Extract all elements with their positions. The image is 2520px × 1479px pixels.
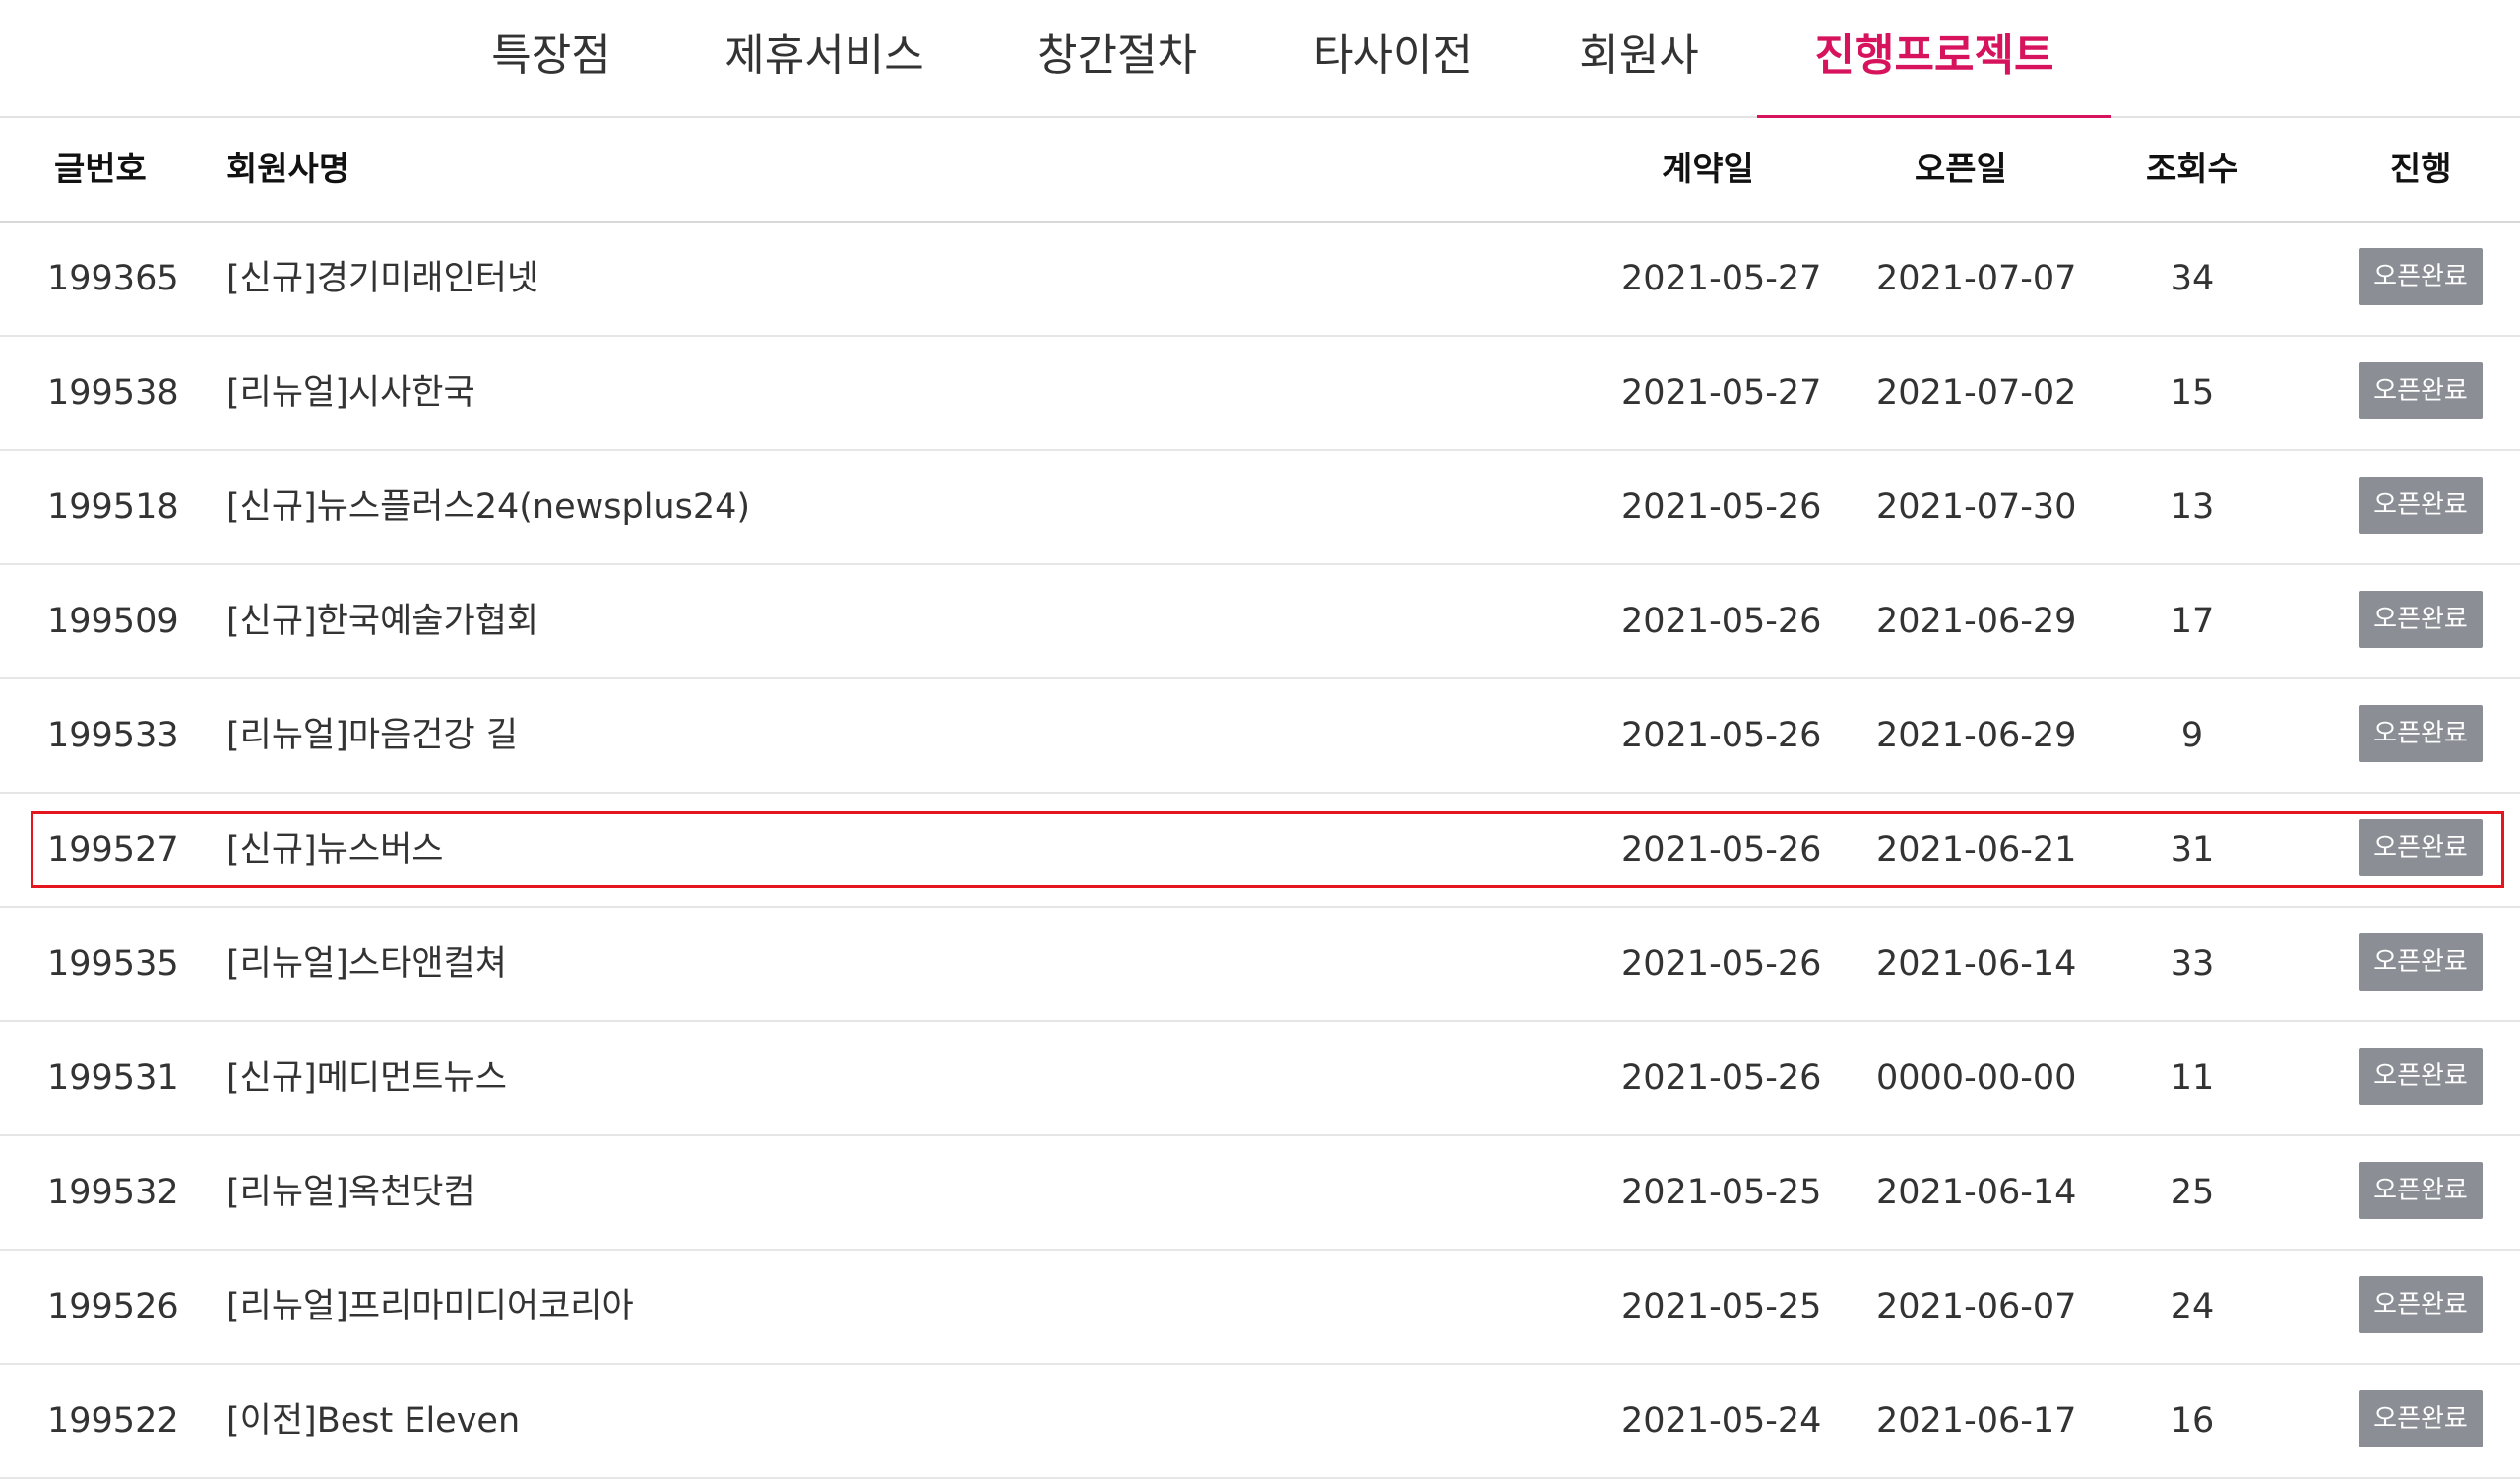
contract-date: 2021-05-25 — [1621, 1287, 1822, 1326]
post-number: 199532 — [47, 1173, 179, 1212]
member-name-link[interactable]: [신규]뉴스플러스24(newsplus24) — [226, 451, 750, 563]
member-name-link[interactable]: [리뉴얼]마음건강 길 — [226, 679, 518, 792]
status-badge: 오픈완료 — [2359, 705, 2483, 762]
member-name-link[interactable]: [리뉴얼]시사한국 — [226, 337, 475, 449]
open-date: 2021-07-30 — [1876, 487, 2077, 527]
view-count: 24 — [2170, 1287, 2215, 1326]
tab-members[interactable]: 회원사 — [1565, 0, 1713, 118]
post-number: 199535 — [47, 944, 179, 984]
view-count: 34 — [2170, 259, 2215, 298]
post-number: 199533 — [47, 716, 179, 755]
contract-date: 2021-05-27 — [1621, 373, 1822, 413]
contract-date: 2021-05-26 — [1621, 1059, 1822, 1098]
post-number: 199522 — [47, 1401, 179, 1441]
table-row[interactable]: 199509 [신규]한국예술가협회 2021-05-26 2021-06-29 17 오… — [0, 565, 2520, 679]
status-badge: 오픈완료 — [2359, 933, 2483, 991]
open-date: 2021-07-07 — [1876, 259, 2077, 298]
tab-migration[interactable]: 타사이전 — [1290, 0, 1496, 118]
post-number: 199526 — [47, 1287, 179, 1326]
post-number: 199509 — [47, 602, 179, 641]
view-count: 25 — [2170, 1173, 2215, 1212]
contract-date: 2021-05-26 — [1621, 602, 1822, 641]
post-number: 199365 — [47, 259, 179, 298]
open-date: 2021-06-17 — [1876, 1401, 2077, 1441]
status-badge: 오픈완료 — [2359, 1276, 2483, 1333]
table-row[interactable]: 199532 [리뉴얼]옥천닷컴 2021-05-25 2021-06-14 25 오픈완… — [0, 1136, 2520, 1251]
table-row[interactable]: 199522 [이전]Best Eleven 2021-05-24 2021-06-1… — [0, 1365, 2520, 1479]
post-number: 199518 — [47, 487, 179, 527]
status-badge: 오픈완료 — [2359, 591, 2483, 648]
table-row[interactable]: 199365 [신규]경기미래인터넷 2021-05-27 2021-07-07 34 오… — [0, 223, 2520, 337]
table-row[interactable]: 199538 [리뉴얼]시사한국 2021-05-27 2021-07-02 15 오픈완… — [0, 337, 2520, 451]
member-name-link[interactable]: [리뉴얼]프리마미디어코리아 — [226, 1251, 634, 1363]
header-view-count: 조회수 — [2146, 150, 2238, 189]
contract-date: 2021-05-26 — [1621, 487, 1822, 527]
header-post-number: 글번호 — [54, 150, 147, 189]
post-number: 199527 — [47, 830, 179, 869]
post-number: 199531 — [47, 1059, 179, 1098]
status-badge: 오픈완료 — [2359, 248, 2483, 305]
status-badge: 오픈완료 — [2359, 477, 2483, 534]
status-badge: 오픈완료 — [2359, 362, 2483, 419]
contract-date: 2021-05-27 — [1621, 259, 1822, 298]
table-row[interactable]: 199518 [신규]뉴스플러스24(newsplus24) 2021-05-26 2… — [0, 451, 2520, 565]
table-row[interactable]: 199526 [리뉴얼]프리마미디어코리아 2021-05-25 2021-06-07… — [0, 1251, 2520, 1365]
table-row[interactable]: 199531 [신규]메디먼트뉴스 2021-05-26 0000-00-00 11 오픈… — [0, 1022, 2520, 1136]
table-row[interactable]: 199527 [신규]뉴스버스 2021-05-26 2021-06-21 31 오픈완료 — [0, 794, 2520, 908]
tab-partner-services[interactable]: 제휴서비스 — [704, 0, 945, 118]
open-date: 0000-00-00 — [1876, 1059, 2077, 1098]
header-contract-date: 계약일 — [1662, 150, 1754, 189]
member-name-link[interactable]: [이전]Best Eleven — [226, 1365, 520, 1477]
open-date: 2021-07-02 — [1876, 373, 2077, 413]
view-count: 13 — [2170, 487, 2215, 527]
view-count: 17 — [2170, 602, 2215, 641]
header-open-date: 오픈일 — [1915, 150, 2007, 189]
view-count: 15 — [2170, 373, 2215, 413]
header-status: 진행 — [2390, 150, 2452, 189]
open-date: 2021-06-14 — [1876, 944, 2077, 984]
table-header: 글번호 회원사명 계약일 오픈일 조회수 진행 — [0, 118, 2520, 223]
view-count: 33 — [2170, 944, 2215, 984]
open-date: 2021-06-07 — [1876, 1287, 2077, 1326]
category-tabs: 특장점 제휴서비스 창간절차 타사이전 회원사 진행프로젝트 — [0, 0, 2520, 118]
view-count: 16 — [2170, 1401, 2215, 1441]
header-member-name: 회원사명 — [226, 150, 350, 189]
open-date: 2021-06-29 — [1876, 716, 2077, 755]
contract-date: 2021-05-26 — [1621, 830, 1822, 869]
member-name-link[interactable]: [신규]메디먼트뉴스 — [226, 1022, 507, 1134]
member-name-link[interactable]: [리뉴얼]옥천닷컴 — [226, 1136, 475, 1249]
status-badge: 오픈완료 — [2359, 819, 2483, 876]
contract-date: 2021-05-26 — [1621, 944, 1822, 984]
tab-projects-in-progress[interactable]: 진행프로젝트 — [1757, 0, 2111, 118]
contract-date: 2021-05-25 — [1621, 1173, 1822, 1212]
member-name-link[interactable]: [신규]뉴스버스 — [226, 794, 444, 906]
view-count: 31 — [2170, 830, 2215, 869]
status-badge: 오픈완료 — [2359, 1390, 2483, 1447]
table-row[interactable]: 199533 [리뉴얼]마음건강 길 2021-05-26 2021-06-29 9 오픈… — [0, 679, 2520, 794]
open-date: 2021-06-14 — [1876, 1173, 2077, 1212]
open-date: 2021-06-21 — [1876, 830, 2077, 869]
member-name-link[interactable]: [신규]한국예술가협회 — [226, 565, 538, 677]
view-count: 9 — [2180, 716, 2204, 755]
status-badge: 오픈완료 — [2359, 1048, 2483, 1105]
member-name-link[interactable]: [리뉴얼]스타앤컬쳐 — [226, 908, 507, 1020]
tab-features[interactable]: 특장점 — [472, 0, 630, 118]
open-date: 2021-06-29 — [1876, 602, 2077, 641]
contract-date: 2021-05-24 — [1621, 1401, 1822, 1441]
member-name-link[interactable]: [신규]경기미래인터넷 — [226, 223, 538, 335]
table-row[interactable]: 199535 [리뉴얼]스타앤컬쳐 2021-05-26 2021-06-14 33 오픈… — [0, 908, 2520, 1022]
status-badge: 오픈완료 — [2359, 1162, 2483, 1219]
tab-launch-procedure[interactable]: 창간절차 — [1014, 0, 1221, 118]
post-number: 199538 — [47, 373, 179, 413]
view-count: 11 — [2170, 1059, 2215, 1098]
contract-date: 2021-05-26 — [1621, 716, 1822, 755]
